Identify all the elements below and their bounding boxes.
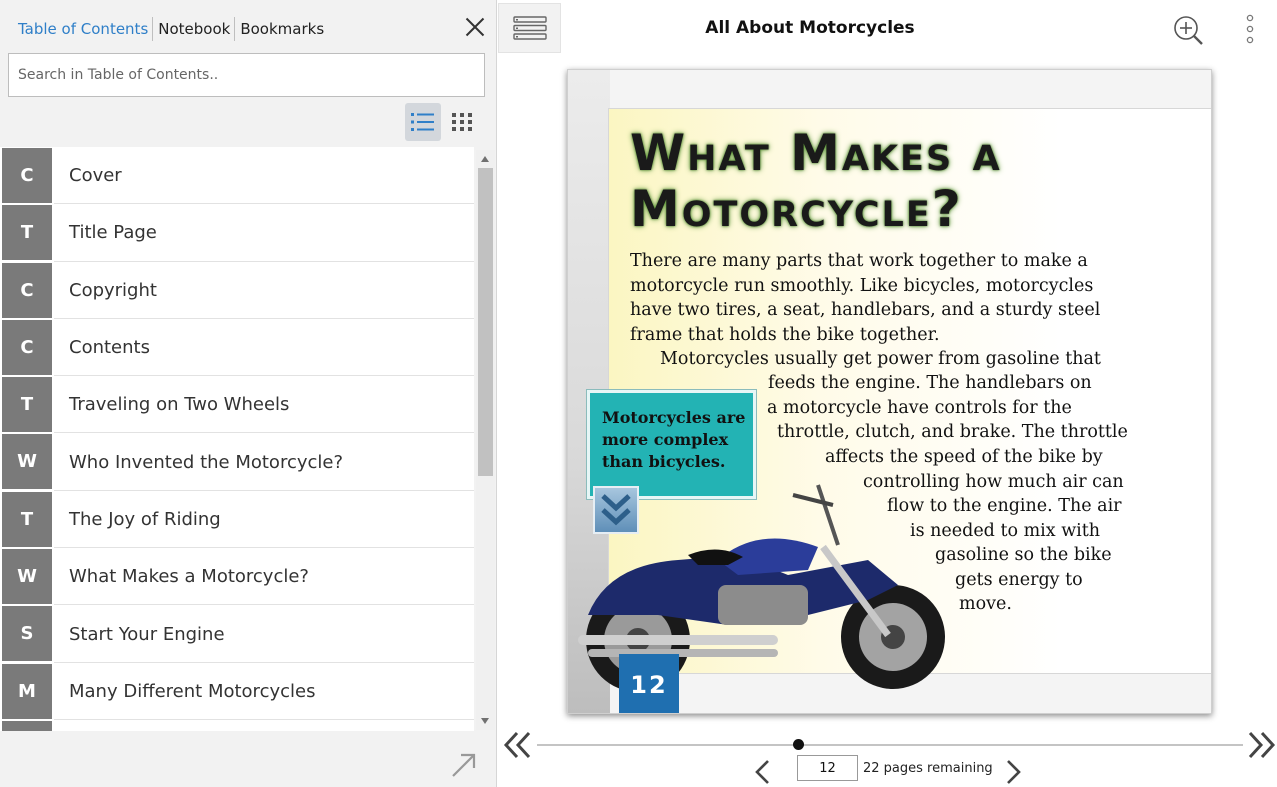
toc-item-label: Cover (69, 165, 122, 187)
more-options-button[interactable] (1240, 14, 1260, 44)
toc-item-label: Start Your Engine (69, 623, 225, 645)
book-page: What Makes a Motorcycle? There are many … (567, 69, 1212, 714)
toc-item-label: Traveling on Two Wheels (69, 394, 290, 416)
first-page-button[interactable] (502, 730, 534, 760)
toc-scrollbar[interactable] (476, 150, 495, 730)
paragraph-2-line: feeds the engine. The handlebars on (768, 373, 1092, 393)
grid-view-icon (452, 113, 472, 131)
toc-item-copyright[interactable]: C Copyright (0, 262, 474, 319)
toc-letter-badge: C (2, 319, 52, 375)
scroll-up-arrow-icon[interactable] (476, 152, 495, 166)
vertical-dots-icon (1246, 14, 1254, 44)
previous-page-button[interactable] (751, 757, 773, 787)
paragraph-2-line: gets energy to (955, 570, 1083, 590)
toc-item-partial[interactable] (0, 720, 474, 731)
paragraph-2-line: a motorcycle have controls for the (767, 398, 1072, 418)
headline-line-1: What Makes a (630, 124, 1002, 182)
paragraph-1: There are many parts that work together … (630, 249, 1100, 347)
paragraph-2-line: Motorcycles usually get power from gasol… (660, 349, 1101, 369)
tab-table-of-contents[interactable]: Table of Contents (10, 17, 154, 41)
toc-letter-badge: T (2, 205, 52, 261)
toc-item-label: Who Invented the Motorcycle? (69, 451, 344, 473)
toc-item-title-page[interactable]: T Title Page (0, 204, 474, 262)
page-headline: What Makes a Motorcycle? (630, 125, 1002, 237)
double-chevron-left-icon (503, 731, 531, 759)
pages-remaining-text: 22 pages remaining (863, 761, 993, 776)
toc-item-label: Title Page (69, 222, 157, 244)
page-number-input[interactable] (797, 755, 858, 781)
page-slider-handle[interactable] (792, 739, 804, 750)
toc-letter-badge: W (2, 434, 52, 490)
sidebar-tabs: Table of Contents Notebook Bookmarks (10, 14, 328, 44)
toc-item-label: Many Different Motorcycles (69, 680, 316, 702)
zoom-in-button[interactable] (1172, 14, 1204, 46)
toc-item-label: The Joy of Riding (69, 508, 221, 530)
toc-item-traveling[interactable]: T Traveling on Two Wheels (0, 376, 474, 434)
toc-item-many-different[interactable]: M Many Different Motorcycles (0, 663, 474, 720)
book-title: All About Motorcycles (705, 18, 915, 38)
list-view-icon (411, 113, 434, 131)
text-line: motorcycle run smoothly. Like bicycles, … (630, 275, 1094, 296)
close-icon[interactable] (462, 14, 488, 40)
toc-list: C Cover T Title Page C Copyright C Contents … (0, 147, 474, 731)
toc-letter-badge: C (2, 262, 52, 318)
toc-item-start-engine[interactable]: S Start Your Engine (0, 605, 474, 663)
toc-letter-badge: S (2, 606, 52, 662)
toc-item-joy-of-riding[interactable]: T The Joy of Riding (0, 491, 474, 549)
toc-sidebar: Table of Contents Notebook Bookmarks Sea… (0, 0, 497, 787)
toc-letter-badge: T (2, 377, 52, 433)
toc-item-contents[interactable]: C Contents (0, 319, 474, 377)
toc-letter-badge: T (2, 491, 52, 547)
toc-letter-badge: M (2, 663, 52, 719)
expand-sidebar-button[interactable] (449, 750, 479, 780)
double-chevron-right-icon (1248, 731, 1276, 759)
headline-line-2: Motorcycle? (630, 180, 963, 238)
last-page-button[interactable] (1245, 730, 1277, 760)
tab-bookmarks[interactable]: Bookmarks (235, 17, 328, 41)
list-view-button[interactable] (405, 103, 441, 141)
text-line: There are many parts that work together … (630, 251, 1088, 271)
grid-view-button[interactable] (444, 103, 480, 141)
toc-letter-badge: W (2, 549, 52, 605)
tab-notebook[interactable]: Notebook (153, 17, 236, 41)
text-line: frame that holds the bike together. (630, 324, 940, 345)
scroll-thumb[interactable] (478, 168, 493, 476)
toc-item-label: What Makes a Motorcycle? (69, 566, 309, 588)
callout-text: Motorcycles are more complex than bicycl… (602, 408, 746, 471)
chevron-left-icon (755, 760, 769, 784)
toc-item-label: Copyright (69, 279, 157, 301)
diagonal-arrow-icon (452, 753, 476, 777)
toc-item-label: Contents (69, 337, 150, 359)
toc-item-who-invented[interactable]: W Who Invented the Motorcycle? (0, 433, 474, 491)
page-progress-slider[interactable] (537, 744, 1243, 746)
next-page-button[interactable] (1003, 757, 1025, 787)
reader-app: Table of Contents Notebook Bookmarks Sea… (0, 0, 1277, 787)
toc-item-cover[interactable]: C Cover (0, 147, 474, 205)
toc-search-input[interactable] (8, 53, 485, 97)
toc-letter-badge (2, 720, 52, 731)
toc-toggle-button[interactable] (498, 3, 561, 53)
text-line: have two tires, a seat, handlebars, and … (630, 300, 1101, 320)
scroll-down-arrow-icon[interactable] (476, 714, 495, 728)
paragraph-2-line: throttle, clutch, and brake. The throttl… (777, 422, 1128, 442)
menu-list-icon (512, 16, 547, 40)
chevron-right-icon (1007, 760, 1021, 784)
printed-page-number: 12 (619, 654, 679, 713)
toc-letter-badge: C (2, 148, 52, 203)
zoom-in-icon (1174, 16, 1203, 45)
toc-item-what-makes[interactable]: W What Makes a Motorcycle? (0, 548, 474, 606)
